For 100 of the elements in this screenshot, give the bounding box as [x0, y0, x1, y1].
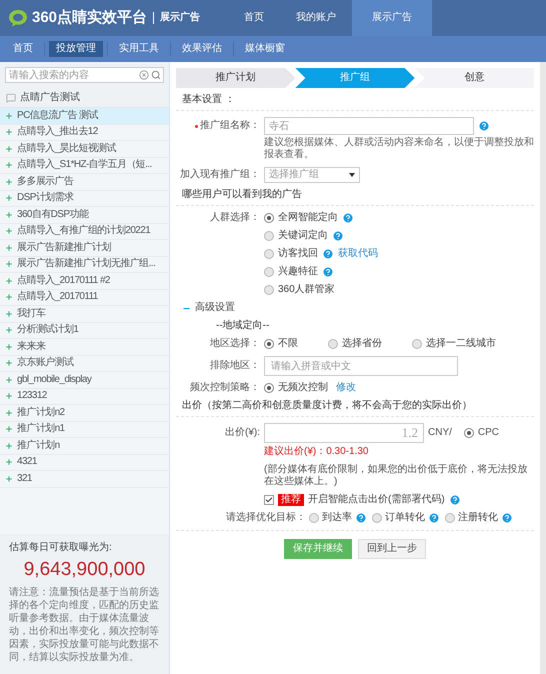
- plan-item[interactable]: gbl_mobile_display: [0, 372, 169, 388]
- radio-button[interactable]: [464, 428, 474, 438]
- plan-item[interactable]: 点睛导入_推出去12: [0, 124, 169, 141]
- modify-link[interactable]: 修改: [336, 382, 356, 394]
- radio-button[interactable]: [445, 513, 455, 523]
- plan-item[interactable]: 展示广告新建推广计划: [0, 240, 169, 256]
- help-icon[interactable]: [342, 212, 354, 224]
- checkbox[interactable]: [264, 495, 274, 505]
- section-title[interactable]: 高级设置: [195, 302, 235, 314]
- plan-item[interactable]: 推广计划n2: [0, 405, 169, 422]
- expand-icon[interactable]: [5, 425, 13, 434]
- field-label: 地区选择：: [210, 338, 260, 350]
- plan-item[interactable]: 分析测试计划1: [0, 322, 169, 339]
- expand-icon[interactable]: [5, 474, 13, 483]
- expand-icon[interactable]: [5, 442, 13, 450]
- radio-label: 注册转化: [458, 512, 498, 524]
- step-tab[interactable]: 推广计划: [176, 68, 296, 88]
- expand-icon[interactable]: [5, 392, 13, 400]
- expand-icon[interactable]: [5, 293, 13, 302]
- expand-icon[interactable]: [5, 276, 13, 285]
- expand-icon[interactable]: [5, 210, 13, 219]
- help-icon[interactable]: [428, 512, 440, 524]
- help-icon[interactable]: [501, 512, 513, 524]
- expand-icon[interactable]: [5, 260, 13, 268]
- back-button[interactable]: 回到上一步: [358, 539, 426, 559]
- radio-button[interactable]: [264, 285, 274, 295]
- sub-nav-tab[interactable]: 效果评估: [175, 41, 229, 57]
- sub-nav-tab[interactable]: 实用工具: [112, 41, 166, 57]
- expand-icon[interactable]: [5, 161, 13, 170]
- plan-item[interactable]: 推广计划n: [0, 438, 169, 454]
- expand-icon[interactable]: [5, 376, 13, 384]
- help-icon[interactable]: [322, 266, 334, 278]
- radio-button[interactable]: [309, 513, 319, 523]
- radio-label: 360人群管家: [278, 284, 335, 296]
- plan-item[interactable]: 点睛导入_有推广组的计划20221: [0, 224, 169, 240]
- radio-label: 选择省份: [342, 338, 382, 350]
- step-tab[interactable]: 创意: [414, 68, 534, 88]
- radio-button[interactable]: [264, 231, 274, 241]
- help-icon[interactable]: [478, 120, 490, 132]
- help-icon[interactable]: [448, 494, 461, 506]
- expand-icon[interactable]: [5, 112, 13, 120]
- field-label: 请选择优化目标：: [226, 512, 306, 524]
- expand-icon[interactable]: [5, 128, 13, 136]
- sub-nav-tab[interactable]: 媒体橱窗: [238, 41, 292, 57]
- radio-button[interactable]: [372, 513, 382, 523]
- radio-button[interactable]: [264, 213, 274, 223]
- nav-tab[interactable]: 展示广告: [352, 0, 432, 36]
- radio-button[interactable]: [264, 383, 274, 393]
- radio-button[interactable]: [264, 249, 274, 259]
- help-icon[interactable]: [355, 512, 367, 524]
- group-name-input[interactable]: 寺石: [264, 117, 474, 135]
- help-icon[interactable]: [332, 230, 344, 242]
- expand-icon[interactable]: [5, 342, 13, 351]
- help-icon[interactable]: [322, 248, 334, 260]
- plan-item[interactable]: 点睛导入_20170111: [0, 290, 169, 306]
- plan-item[interactable]: 360自有DSP功能: [0, 207, 169, 224]
- plan-item[interactable]: 123312: [0, 388, 169, 405]
- plan-item[interactable]: 展示广告新建推广计划无推广组...: [0, 256, 169, 273]
- plan-item[interactable]: DSP计划需求: [0, 190, 169, 207]
- plan-item[interactable]: 来来来: [0, 339, 169, 356]
- plan-item[interactable]: 京东账户测试: [0, 356, 169, 372]
- expand-icon[interactable]: [5, 408, 13, 417]
- radio-label: 选择一二线城市: [426, 338, 496, 350]
- plan-item[interactable]: 多多展示广告: [0, 174, 169, 190]
- radio-button[interactable]: [328, 339, 338, 349]
- sub-nav-tab[interactable]: 首页: [6, 41, 40, 57]
- plan-item[interactable]: PC信息流广告 测试: [0, 108, 169, 124]
- expand-icon[interactable]: [5, 194, 13, 202]
- plan-item[interactable]: 我打车: [0, 306, 169, 322]
- radio-button[interactable]: [264, 339, 274, 349]
- plan-item[interactable]: 321: [0, 471, 169, 488]
- checkbox-label: 开启智能点击出价(需部署代码): [308, 494, 445, 506]
- radio-label: 全网智能定向: [278, 212, 338, 224]
- expand-icon[interactable]: [5, 227, 13, 236]
- nav-tab[interactable]: 我的账户: [280, 0, 352, 36]
- sub-nav-tab[interactable]: 投放管理: [49, 41, 103, 57]
- plan-item[interactable]: 点睛导入_昊比短视测试: [0, 141, 169, 158]
- expand-icon[interactable]: [5, 359, 13, 368]
- expand-icon[interactable]: [5, 310, 13, 318]
- plan-item[interactable]: 4321: [0, 454, 169, 471]
- expand-icon[interactable]: [5, 144, 13, 153]
- expand-icon[interactable]: [5, 178, 13, 186]
- exclude-region-input[interactable]: 请输入拼音或中文: [264, 356, 458, 376]
- search-icon[interactable]: [151, 70, 161, 80]
- expand-icon[interactable]: [5, 326, 13, 334]
- currency-unit: CNY/: [428, 427, 452, 439]
- radio-label: 访客找回: [278, 248, 318, 260]
- expand-icon[interactable]: [5, 244, 13, 252]
- radio-label: 到达率: [322, 512, 352, 524]
- search-field[interactable]: 请输入搜索的内容: [5, 67, 164, 83]
- nav-tab[interactable]: 首页: [228, 0, 280, 36]
- radio-button[interactable]: [412, 339, 422, 349]
- clear-icon[interactable]: [139, 70, 149, 80]
- get-code-link[interactable]: 获取代码: [338, 248, 378, 260]
- plan-item[interactable]: 点睛导入_20170111 #2: [0, 273, 169, 290]
- radio-button[interactable]: [264, 267, 274, 277]
- plan-item[interactable]: 点睛导入_S1*HZ-自学五月（短...: [0, 158, 169, 174]
- field-label: 频次控制策略：: [190, 382, 260, 394]
- expand-icon[interactable]: [5, 458, 13, 466]
- plan-item[interactable]: 推广计划n1: [0, 422, 169, 438]
